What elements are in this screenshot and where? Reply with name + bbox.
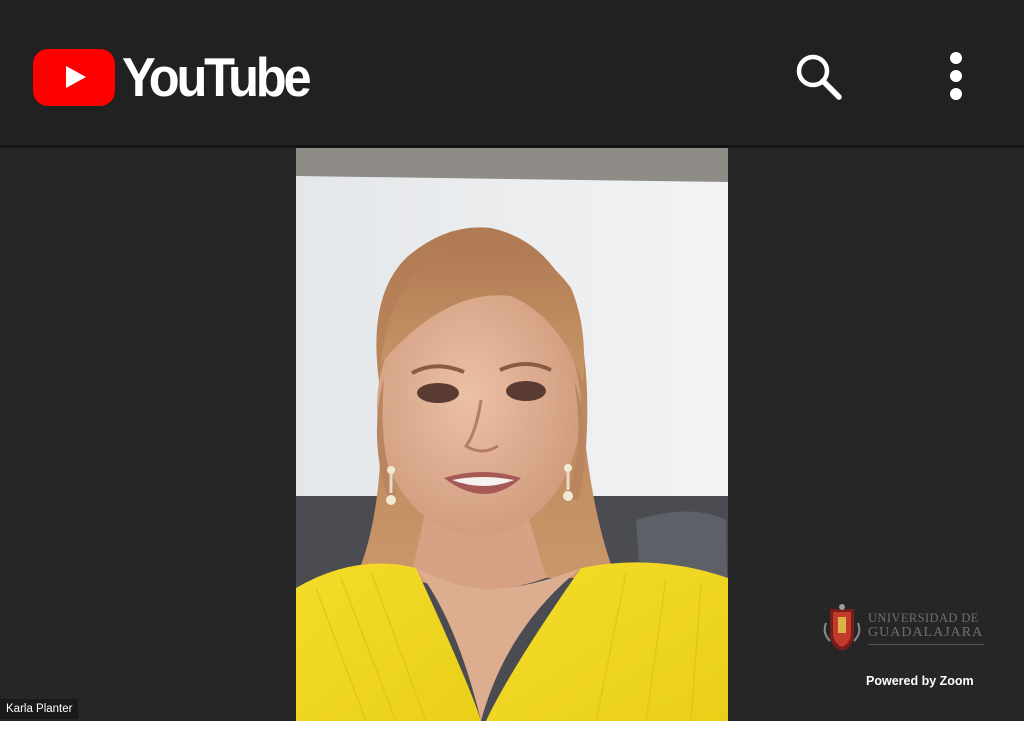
- more-options-button[interactable]: [925, 45, 987, 107]
- more-vert-icon: [950, 52, 962, 100]
- powered-by-label: Powered by Zoom: [866, 674, 974, 688]
- youtube-logo[interactable]: YouTube: [33, 47, 325, 107]
- search-button[interactable]: [787, 45, 849, 107]
- university-watermark: UNIVERSIDAD DE GUADALAJARA: [822, 603, 997, 653]
- watermark-line-2: GUADALAJARA: [868, 625, 984, 640]
- watermark-line-1: UNIVERSIDAD DE: [868, 611, 979, 625]
- watermark-rule: [868, 644, 984, 645]
- youtube-wordmark: YouTube: [122, 45, 312, 108]
- participant-video-frame: [296, 148, 728, 721]
- university-crest-icon: [823, 604, 861, 651]
- bottom-edge: [0, 721, 1024, 729]
- participant-video[interactable]: [296, 148, 728, 721]
- participant-name-label: Karla Planter: [0, 699, 79, 719]
- video-player[interactable]: Karla Planter UNIVERSIDAD DE GUADALAJARA…: [0, 148, 1024, 721]
- youtube-play-icon: [33, 48, 115, 106]
- search-icon: [796, 54, 842, 100]
- youtube-top-bar: YouTube: [0, 0, 1024, 145]
